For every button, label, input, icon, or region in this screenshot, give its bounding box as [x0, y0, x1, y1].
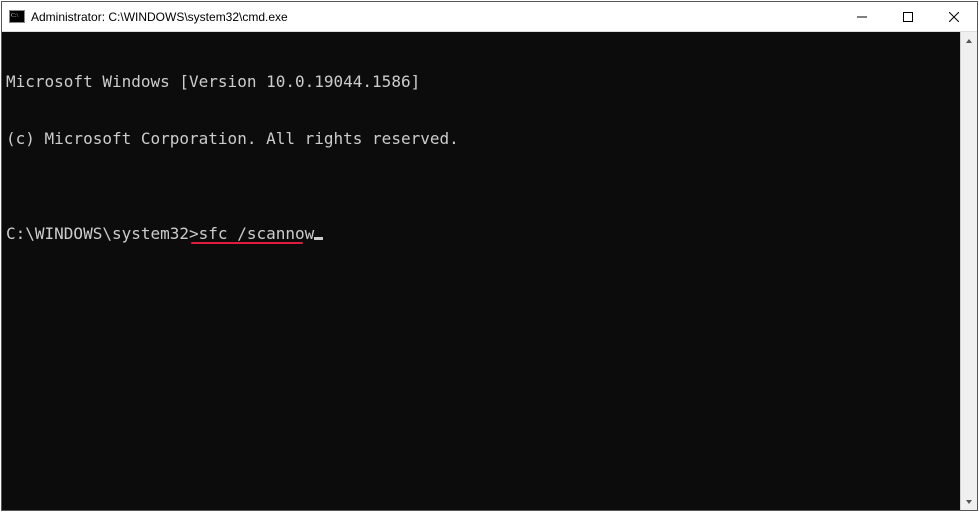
vertical-scrollbar[interactable]	[960, 32, 977, 510]
command-text: sfc /scannow	[199, 224, 315, 243]
prompt-text: C:\WINDOWS\system32>	[6, 224, 199, 243]
annotation-underline	[191, 242, 303, 244]
window-controls	[839, 2, 977, 31]
scroll-track[interactable]	[961, 49, 977, 493]
prompt-line: C:\WINDOWS\system32>sfc /scannow	[6, 224, 956, 243]
minimize-button[interactable]	[839, 2, 885, 31]
scroll-up-button[interactable]	[961, 32, 977, 49]
client-area: Microsoft Windows [Version 10.0.19044.15…	[2, 32, 977, 510]
close-button[interactable]	[931, 2, 977, 31]
version-line: Microsoft Windows [Version 10.0.19044.15…	[6, 72, 956, 91]
titlebar[interactable]: C:\ Administrator: C:\WINDOWS\system32\c…	[2, 2, 977, 32]
window-title: Administrator: C:\WINDOWS\system32\cmd.e…	[31, 10, 839, 24]
cmd-window: C:\ Administrator: C:\WINDOWS\system32\c…	[1, 1, 978, 511]
svg-text:C:\: C:\	[11, 13, 19, 19]
cmd-icon: C:\	[9, 9, 25, 25]
maximize-button[interactable]	[885, 2, 931, 31]
copyright-line: (c) Microsoft Corporation. All rights re…	[6, 129, 956, 148]
text-cursor	[314, 237, 323, 240]
scroll-down-button[interactable]	[961, 493, 977, 510]
terminal-output[interactable]: Microsoft Windows [Version 10.0.19044.15…	[2, 32, 960, 510]
